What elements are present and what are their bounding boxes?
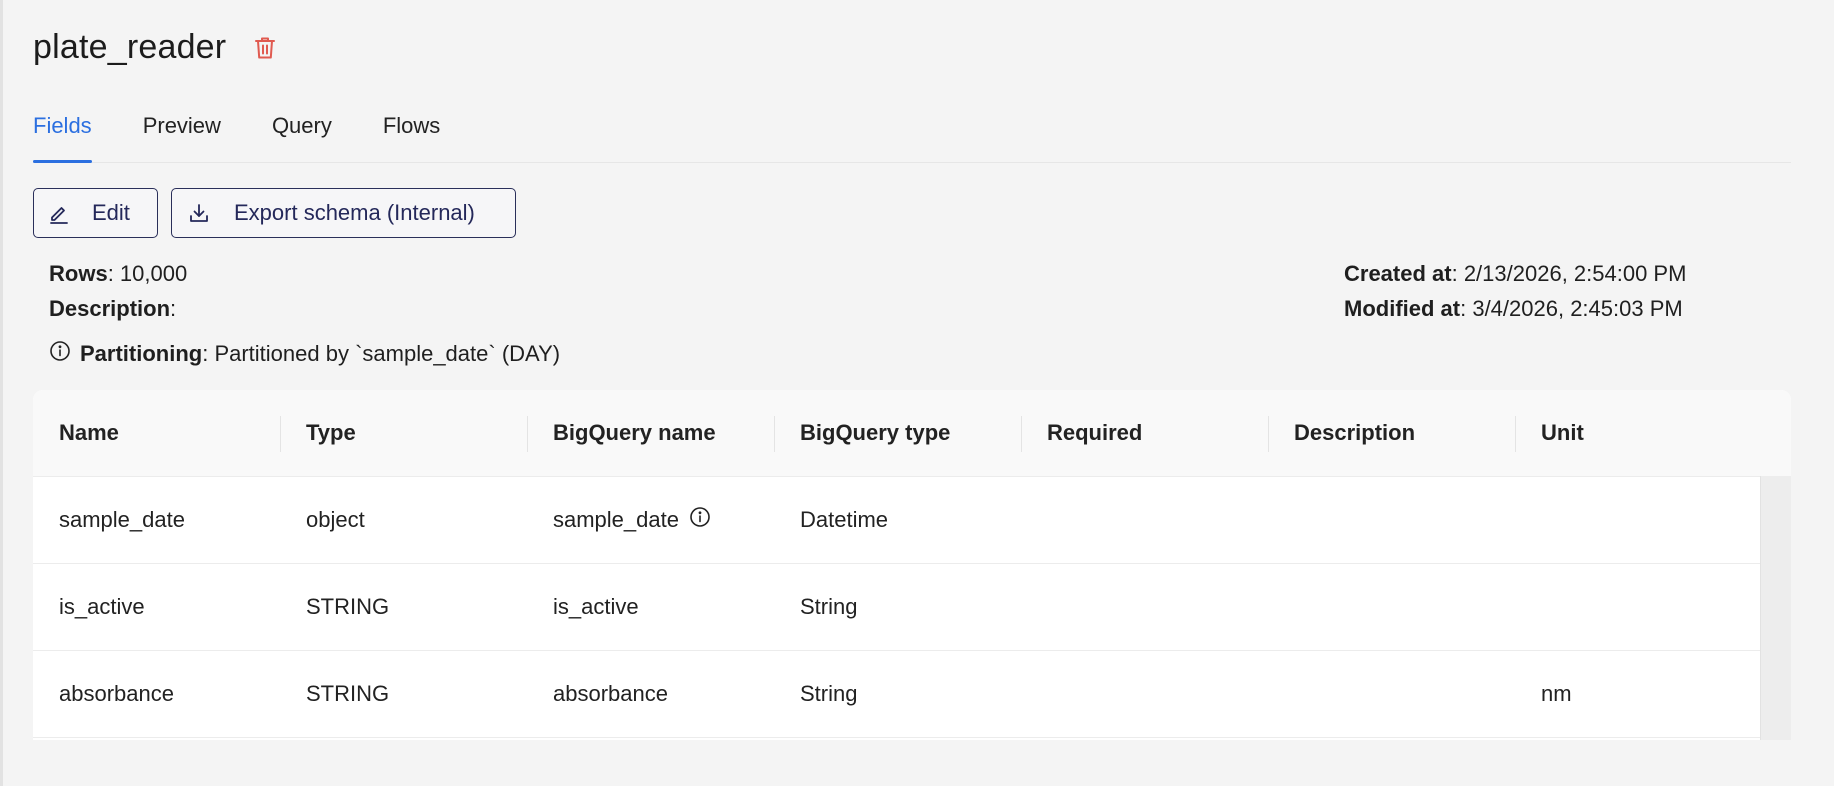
cell-description xyxy=(1268,564,1515,650)
cell-description xyxy=(1268,477,1515,563)
edit-button-label: Edit xyxy=(92,200,130,225)
cell-bigquery-name: absorbance xyxy=(553,681,668,706)
column-header-unit[interactable]: Unit xyxy=(1515,390,1791,476)
page-title: plate_reader xyxy=(33,28,227,66)
cell-bigquery-type: Datetime xyxy=(800,507,889,532)
partitioning-info: Partitioning: Partitioned by `sample_dat… xyxy=(49,340,560,368)
tab-fields[interactable]: Fields xyxy=(33,108,92,163)
tab-preview[interactable]: Preview xyxy=(143,108,221,162)
tab-flows[interactable]: Flows xyxy=(383,108,440,162)
export-schema-button-label: Export schema (Internal) xyxy=(234,200,475,225)
column-header-required[interactable]: Required xyxy=(1021,390,1268,476)
cell-name: is_active xyxy=(59,594,145,619)
cell-unit: nm xyxy=(1541,681,1572,706)
cell-bigquery-name: sample_date xyxy=(527,477,774,563)
tab-query[interactable]: Query xyxy=(272,108,332,162)
cell-required xyxy=(1021,564,1268,650)
info-icon[interactable] xyxy=(49,340,71,368)
table-row[interactable]: absorbance STRING absorbance String nm xyxy=(33,651,1761,738)
partitioning-text: Partitioning: Partitioned by `sample_dat… xyxy=(80,341,561,366)
bigquery-name-text: sample_date xyxy=(553,507,679,532)
cell-name: absorbance xyxy=(59,681,174,706)
cell-bigquery-type: String xyxy=(800,681,858,706)
column-header-name[interactable]: Name xyxy=(33,390,280,476)
modified-at-info: Modified at: 3/4/2026, 2:45:03 PM xyxy=(1344,296,1683,321)
cell-name: sample_date xyxy=(59,507,185,532)
cell-bigquery-name: is_active xyxy=(553,594,639,619)
created-at-info: Created at: 2/13/2026, 2:54:00 PM xyxy=(1344,261,1687,286)
dataset-metadata: Rows: 10,000 Created at: 2/13/2026, 2:54… xyxy=(49,258,1769,328)
table-row[interactable]: is_active STRING is_active String xyxy=(33,564,1761,651)
cell-unit xyxy=(1515,564,1761,650)
table-scrollbar[interactable] xyxy=(1760,476,1791,740)
cell-required xyxy=(1021,477,1268,563)
cell-description xyxy=(1268,651,1515,737)
rows-info: Rows: 10,000 xyxy=(49,261,188,286)
info-icon[interactable] xyxy=(689,506,711,534)
column-header-type[interactable]: Type xyxy=(280,390,527,476)
cell-type: STRING xyxy=(306,594,390,619)
table-header: Name Type BigQuery name BigQuery type Re… xyxy=(33,390,1791,477)
download-icon xyxy=(188,202,210,224)
trash-icon[interactable] xyxy=(252,34,278,62)
cell-unit xyxy=(1515,477,1761,563)
toolbar: Edit Export schema (Internal) xyxy=(33,188,516,238)
column-header-bigquery-type[interactable]: BigQuery type xyxy=(774,390,1021,476)
page-header: plate_reader xyxy=(33,28,278,67)
table-row[interactable]: sample_date object sample_date Datetime xyxy=(33,477,1761,564)
export-schema-button[interactable]: Export schema (Internal) xyxy=(171,188,516,238)
cell-type: object xyxy=(306,507,365,532)
cell-type: STRING xyxy=(306,681,390,706)
description-info: Description: xyxy=(49,296,177,321)
tab-bar: Fields Preview Query Flows xyxy=(33,108,1791,163)
meta-row-2: Description: Modified at: 3/4/2026, 2:45… xyxy=(49,293,1769,328)
table-body: sample_date object sample_date Datetime xyxy=(33,477,1761,738)
left-border xyxy=(0,0,3,786)
meta-row-1: Rows: 10,000 Created at: 2/13/2026, 2:54… xyxy=(49,258,1769,293)
pencil-icon xyxy=(48,202,70,224)
cell-bigquery-type: String xyxy=(800,594,858,619)
column-header-description[interactable]: Description xyxy=(1268,390,1515,476)
column-header-bigquery-name[interactable]: BigQuery name xyxy=(527,390,774,476)
edit-button[interactable]: Edit xyxy=(33,188,158,238)
fields-table: Name Type BigQuery name BigQuery type Re… xyxy=(33,390,1791,740)
cell-required xyxy=(1021,651,1268,737)
